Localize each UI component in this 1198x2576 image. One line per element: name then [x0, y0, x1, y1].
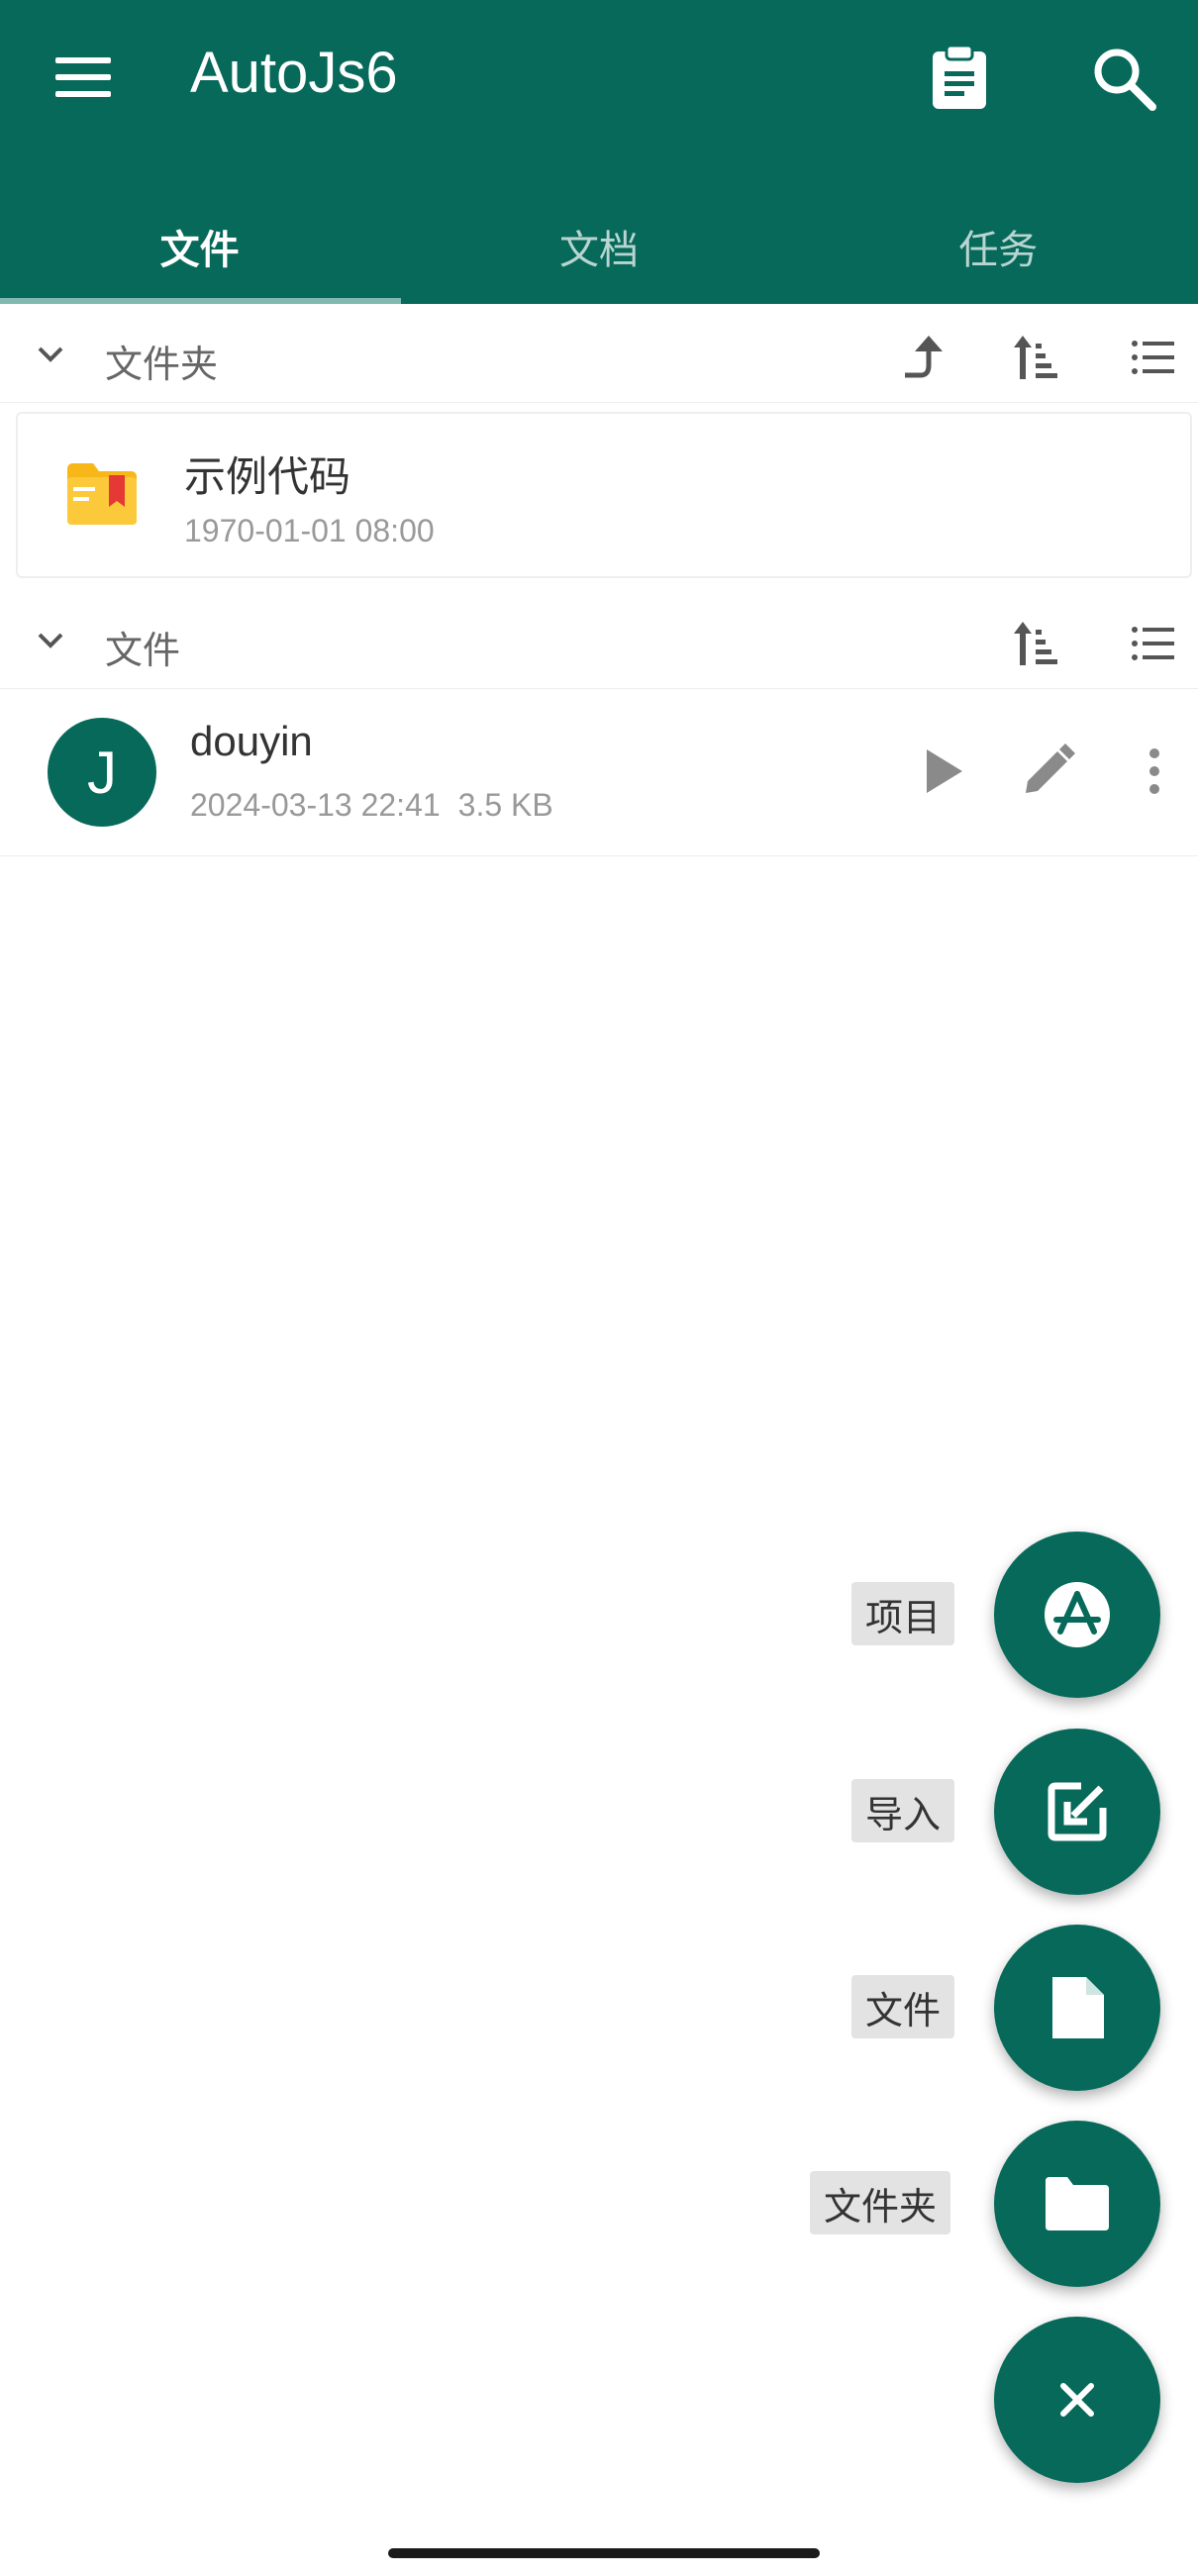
- sort-icon[interactable]: [1014, 620, 1061, 667]
- file-date: 2024-03-13 22:41: [190, 787, 441, 823]
- tab-bar: 文件 文档 任务: [0, 188, 1198, 304]
- folder-icon: [67, 461, 137, 527]
- tab-tasks[interactable]: 任务: [799, 188, 1198, 304]
- folder-name: 示例代码: [184, 452, 351, 501]
- clipboard-icon[interactable]: [929, 44, 990, 111]
- app-title: AutoJs6: [190, 41, 398, 105]
- fab-label-file[interactable]: 文件: [851, 1975, 955, 2038]
- import-icon: [1048, 1782, 1107, 1841]
- fab-file-button[interactable]: [994, 1925, 1160, 2091]
- tab-docs[interactable]: 文档: [399, 188, 798, 304]
- run-icon[interactable]: [913, 742, 972, 801]
- folders-section-header: 文件夹: [0, 304, 1198, 403]
- chevron-down-icon[interactable]: [36, 626, 65, 655]
- sort-icon[interactable]: [1014, 334, 1061, 381]
- home-indicator[interactable]: [388, 2548, 820, 2558]
- fab-folder-button[interactable]: [994, 2121, 1160, 2287]
- folders-section-label: 文件夹: [105, 343, 219, 386]
- list-view-icon[interactable]: [1129, 620, 1176, 667]
- fab-import-button[interactable]: [994, 1729, 1160, 1895]
- file-icon: [1052, 1977, 1104, 2038]
- file-size: 3.5 KB: [457, 787, 553, 823]
- file-avatar: J: [48, 718, 156, 827]
- file-name: douyin: [190, 718, 313, 764]
- app-bar: AutoJs6 文件 文档 任务: [0, 0, 1198, 304]
- folder-item[interactable]: 示例代码 1970-01-01 08:00: [16, 412, 1192, 578]
- app-store-icon: [1045, 1582, 1110, 1647]
- fab-label-import[interactable]: 导入: [851, 1779, 955, 1842]
- files-section-label: 文件: [105, 629, 181, 672]
- file-item[interactable]: J douyin 2024-03-13 22:41 3.5 KB: [0, 688, 1198, 856]
- folder-icon: [1046, 2177, 1109, 2230]
- files-section-header: 文件: [0, 590, 1198, 689]
- more-options-icon[interactable]: [1125, 742, 1184, 801]
- edit-icon[interactable]: [1018, 742, 1077, 801]
- search-icon[interactable]: [1089, 44, 1158, 113]
- tab-files[interactable]: 文件: [0, 188, 399, 304]
- file-meta: 2024-03-13 22:41 3.5 KB: [190, 787, 553, 824]
- fab-close-button[interactable]: [994, 2317, 1160, 2483]
- list-view-icon[interactable]: [1129, 334, 1176, 381]
- chevron-down-icon[interactable]: [36, 340, 65, 369]
- folder-date: 1970-01-01 08:00: [184, 513, 435, 548]
- menu-icon[interactable]: [51, 50, 115, 105]
- fab-label-project[interactable]: 项目: [851, 1582, 955, 1645]
- close-icon: [1060, 2383, 1094, 2417]
- go-up-icon[interactable]: [901, 334, 948, 381]
- fab-label-folder[interactable]: 文件夹: [810, 2171, 951, 2234]
- fab-project-button[interactable]: [994, 1532, 1160, 1698]
